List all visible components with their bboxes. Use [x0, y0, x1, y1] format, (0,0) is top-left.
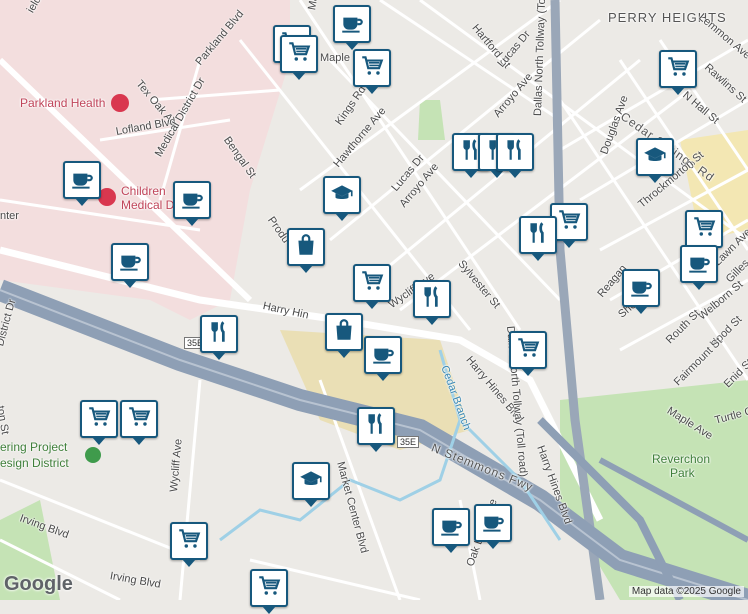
highway-shield-35e-2: 35E: [397, 436, 420, 448]
cart-icon: [515, 335, 541, 366]
map-pin-cart[interactable]: [353, 264, 391, 309]
map-pin-cart[interactable]: [280, 35, 318, 80]
poi-engineering-1[interactable]: ering Project: [0, 440, 67, 454]
coffee-icon: [339, 9, 365, 40]
map-canvas[interactable]: PERRY HEIGHTS Lemmon Ave Rawlins St N Ha…: [0, 0, 748, 614]
poi-parkland-health[interactable]: Parkland Health: [20, 96, 105, 110]
map-pin-bag[interactable]: [287, 228, 325, 273]
coffee-icon: [438, 512, 464, 543]
coffee-icon: [370, 340, 396, 371]
poi-enter: nter: [0, 210, 19, 222]
graduation-cap-icon: [329, 180, 355, 211]
map-pin-graduation-cap[interactable]: [323, 176, 361, 221]
map-pin-utensils[interactable]: [496, 133, 534, 178]
coffee-icon: [628, 273, 654, 304]
utensils-icon: [206, 319, 232, 350]
map-pin-utensils[interactable]: [357, 407, 395, 452]
cart-icon: [286, 39, 312, 70]
cart-icon: [86, 404, 112, 435]
map-attribution[interactable]: Map data ©2025 Google: [628, 586, 744, 597]
coffee-icon: [480, 508, 506, 539]
map-pin-coffee[interactable]: [333, 5, 371, 50]
map-pin-cart[interactable]: [120, 400, 158, 445]
map-pin-coffee[interactable]: [474, 504, 512, 549]
map-pin-graduation-cap[interactable]: [636, 138, 674, 183]
cart-icon: [665, 54, 691, 85]
poi-engineering-2[interactable]: esign District: [0, 456, 69, 470]
map-pin-coffee[interactable]: [622, 269, 660, 314]
utensils-icon: [502, 137, 528, 168]
graduation-cap-icon: [642, 142, 668, 173]
map-pin-coffee[interactable]: [63, 161, 101, 206]
utensils-icon: [525, 220, 551, 251]
utensils-icon: [363, 411, 389, 442]
map-pin-coffee[interactable]: [111, 243, 149, 288]
map-pin-coffee[interactable]: [680, 245, 718, 290]
map-pin-cart[interactable]: [509, 331, 547, 376]
map-pin-bag[interactable]: [325, 313, 363, 358]
bag-icon: [331, 317, 357, 348]
map-pin-cart[interactable]: [250, 569, 288, 614]
map-pin-cart[interactable]: [659, 50, 697, 95]
poi-childrens-1[interactable]: Children: [121, 184, 166, 198]
map-pin-utensils[interactable]: [413, 280, 451, 325]
small-park: [418, 100, 445, 140]
map-pin-coffee[interactable]: [173, 181, 211, 226]
cart-icon: [556, 207, 582, 238]
map-pin-cart[interactable]: [170, 522, 208, 567]
cart-icon: [691, 214, 717, 245]
cart-icon: [359, 268, 385, 299]
park-reverchon-2: Park: [670, 466, 695, 480]
coffee-icon: [686, 249, 712, 280]
google-logo: Google: [4, 573, 73, 595]
cart-icon: [126, 404, 152, 435]
cart-icon: [176, 526, 202, 557]
map-pin-coffee[interactable]: [432, 508, 470, 553]
graduation-cap-icon: [298, 466, 324, 497]
bag-icon: [293, 232, 319, 263]
coffee-icon: [69, 165, 95, 196]
map-pin-utensils[interactable]: [200, 315, 238, 360]
utensils-icon: [419, 284, 445, 315]
cart-icon: [256, 573, 282, 604]
coffee-icon: [117, 247, 143, 278]
map-pin-cart[interactable]: [685, 210, 723, 255]
coffee-icon: [179, 185, 205, 216]
map-pin-graduation-cap[interactable]: [292, 462, 330, 507]
map-pin-cart[interactable]: [80, 400, 118, 445]
map-pin-coffee[interactable]: [364, 336, 402, 381]
street-maple: Maple: [320, 52, 350, 64]
park-reverchon-1: Reverchon: [652, 452, 711, 466]
cart-icon: [359, 53, 385, 84]
map-pin-utensils[interactable]: [519, 216, 557, 261]
map-pin-cart[interactable]: [353, 49, 391, 94]
